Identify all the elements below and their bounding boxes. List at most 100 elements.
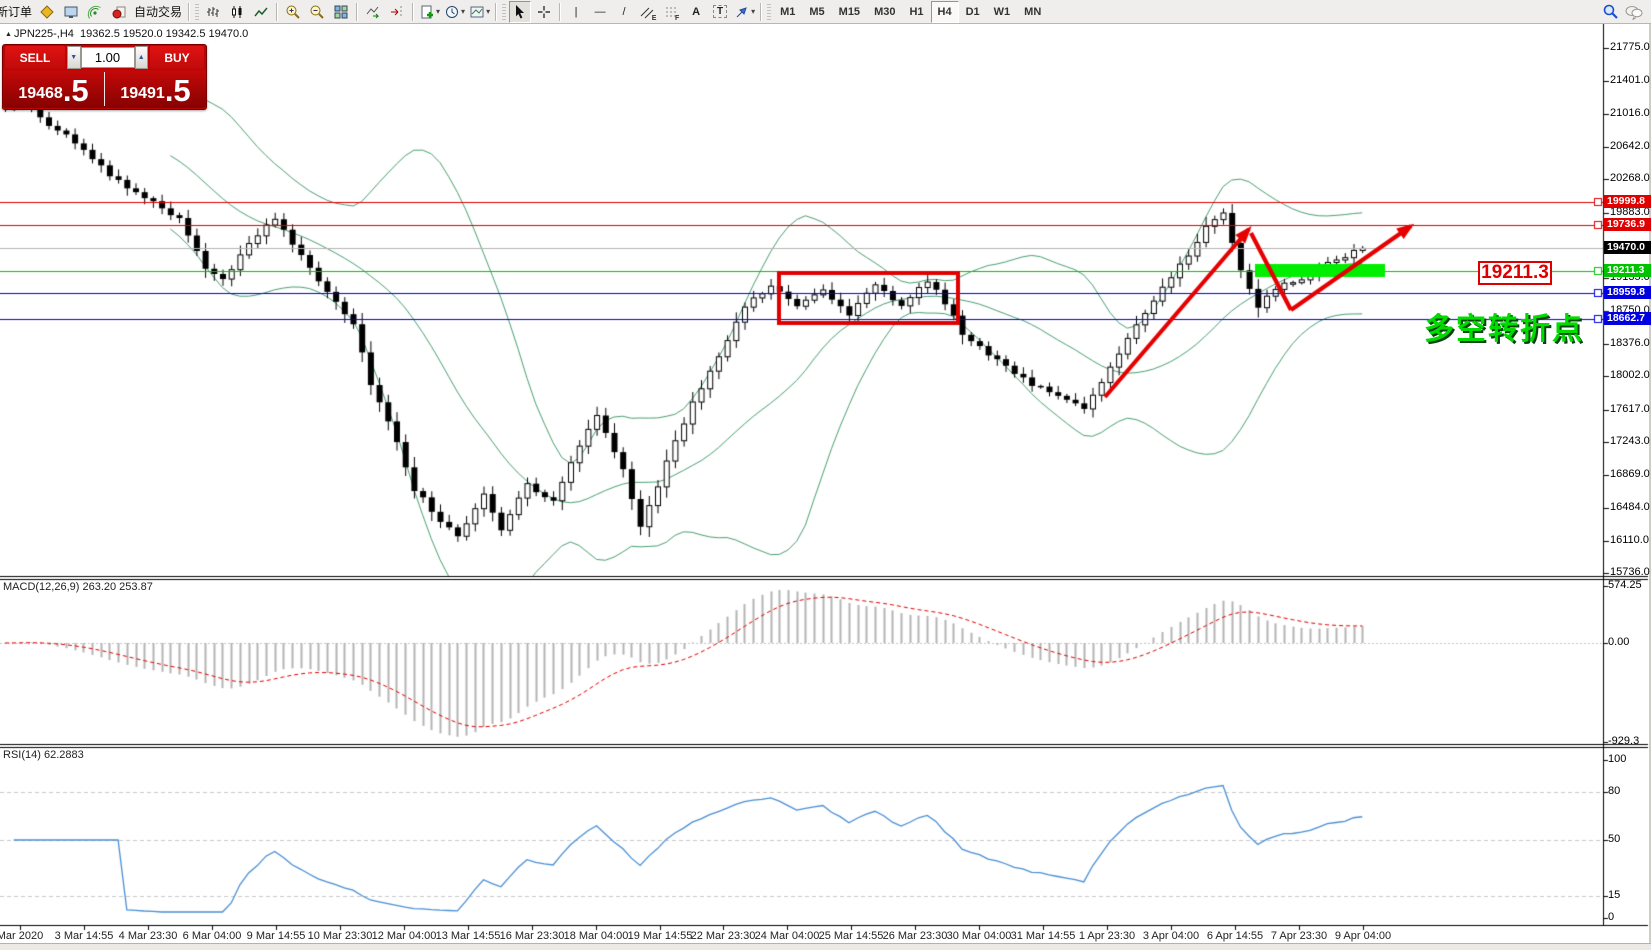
macd-indicator-label: MACD(12,26,9) 263.20 253.87 [3, 581, 153, 593]
text-tool[interactable]: A [685, 1, 707, 23]
timeframe-m15[interactable]: M15 [832, 1, 867, 23]
line-chart-icon[interactable] [250, 1, 272, 23]
timeframe-h1[interactable]: H1 [902, 1, 930, 23]
time-axis-label: 30 Mar 04:00 [946, 930, 1012, 942]
crosshair-tool-button[interactable] [533, 1, 555, 23]
buy-price-main: 19491 [120, 85, 165, 102]
rsi-axis-tick: 15 [1608, 889, 1621, 901]
turning-point-annotation[interactable]: 多空转折点 [1424, 304, 1584, 348]
price-axis-tick: 20268.0 [1610, 172, 1650, 184]
add-indicator-button[interactable]: ▾ [418, 1, 441, 23]
equidistant-channel-tool[interactable]: E [637, 1, 659, 23]
bar-chart-icon[interactable] [202, 1, 224, 23]
time-axis-label: 9 Apr 04:00 [1334, 930, 1392, 942]
text-label-tool[interactable]: T [709, 1, 731, 23]
grip-handle[interactable] [502, 3, 507, 20]
price-axis-tick: 20642.0 [1610, 140, 1650, 152]
volume-increase-button[interactable]: ▲ [134, 46, 148, 69]
time-axis-label: 19 Mar 14:55 [627, 930, 693, 942]
collapse-panel-icon[interactable]: ▲ [5, 31, 12, 38]
time-axis-label: 7 Apr 23:30 [1270, 930, 1328, 942]
terminal-icon[interactable] [60, 1, 82, 23]
autotrade-label[interactable]: 自动交易 [131, 3, 185, 20]
buy-button[interactable]: BUY [150, 46, 204, 69]
separator [760, 2, 763, 21]
time-axis-label: 10 Mar 23:30 [307, 930, 373, 942]
time-axis-label: 4 Mar 23:30 [118, 930, 178, 942]
trendline-tool[interactable]: / [613, 1, 635, 23]
gold-badge-icon[interactable] [36, 1, 58, 23]
chevron-down-icon: ▾ [436, 7, 441, 16]
volume-input[interactable] [80, 47, 135, 68]
fibo-sub: F [674, 14, 680, 22]
cursor-tool-button[interactable] [509, 0, 532, 23]
time-axis-label: 3 Mar 14:55 [54, 930, 114, 942]
chart-shift-icon[interactable] [386, 1, 408, 23]
price-axis-tick: 21016.0 [1610, 107, 1650, 119]
zoom-in-icon[interactable] [282, 1, 304, 23]
grip-handle[interactable] [195, 3, 200, 20]
macd-axis-tick: 0.00 [1608, 636, 1630, 648]
timeframe-w1[interactable]: W1 [987, 1, 1018, 23]
price-axis-tick: 16869.0 [1610, 468, 1650, 480]
timeframe-m5[interactable]: M5 [802, 1, 831, 23]
time-axis-label: 26 Mar 23:30 [882, 930, 948, 942]
time-axis-label: Mar 2020 [0, 930, 44, 942]
timeframe-mn[interactable]: MN [1017, 1, 1048, 23]
time-axis-label: 12 Mar 04:00 [371, 930, 437, 942]
price-axis-tick: 16484.0 [1610, 501, 1650, 513]
search-icon[interactable] [1599, 1, 1621, 23]
price-chart-canvas[interactable] [0, 0, 1651, 949]
separator [188, 2, 191, 21]
sell-button[interactable]: SELL [5, 46, 65, 69]
rsi-axis-tick: 50 [1608, 833, 1621, 845]
autotrade-button[interactable] [108, 1, 130, 23]
sell-price[interactable]: 19468 .5 [3, 70, 104, 108]
timeframe-m1[interactable]: M1 [773, 1, 802, 23]
arrows-tool-button[interactable]: ▾ [733, 1, 756, 23]
buy-price[interactable]: 19491 .5 [105, 70, 206, 108]
chevron-down-icon: ▾ [486, 7, 491, 16]
signal-icon[interactable] [84, 1, 106, 23]
rsi-axis-tick: 80 [1608, 785, 1621, 797]
timeframe-m30[interactable]: M30 [867, 1, 902, 23]
separator [356, 2, 359, 21]
price-axis-tick: 15736.0 [1610, 566, 1650, 578]
periods-clock-button[interactable]: ▾ [443, 1, 466, 23]
time-axis-label: 22 Mar 23:30 [690, 930, 756, 942]
price-axis-tick: 21775.0 [1610, 41, 1650, 53]
price-tag: 19999.8 [1604, 195, 1651, 208]
price-axis-tick: 18002.0 [1610, 369, 1650, 381]
horizontal-line-tool[interactable]: — [589, 1, 611, 23]
one-click-trading-panel: SELL ▼ ▲ BUY 19468 .5 19491 .5 [2, 44, 207, 110]
time-axis-label: 3 Apr 04:00 [1142, 930, 1200, 942]
price-tag: 19470.0 [1604, 241, 1651, 254]
time-axis-label: 6 Mar 04:00 [182, 930, 242, 942]
new-order-button[interactable]: 新订单 [0, 3, 35, 20]
template-button[interactable]: ▾ [468, 1, 491, 23]
zoom-out-icon[interactable] [306, 1, 328, 23]
label-glyph: T [713, 5, 728, 18]
time-axis-label: 24 Mar 04:00 [754, 930, 820, 942]
timeframe-group: M1 M5 M15 M30 H1 H4 D1 W1 MN [773, 0, 1048, 23]
separator [412, 2, 415, 21]
price-tag: 18662.7 [1604, 312, 1651, 325]
tile-windows-icon[interactable] [330, 1, 352, 23]
chat-icon[interactable] [1623, 1, 1645, 23]
separator [495, 2, 498, 21]
time-axis-label: 16 Mar 23:30 [499, 930, 565, 942]
timeframe-h4[interactable]: H4 [930, 0, 959, 23]
price-tag: 19736.9 [1604, 218, 1651, 231]
rsi-axis-tick: 100 [1608, 753, 1627, 765]
grip-handle[interactable] [767, 3, 772, 20]
volume-decrease-button[interactable]: ▼ [67, 46, 81, 69]
autoscroll-icon[interactable] [362, 1, 384, 23]
candlestick-chart-icon[interactable] [226, 1, 248, 23]
vertical-line-tool[interactable]: | [565, 1, 587, 23]
rsi-axis-tick: 0 [1608, 911, 1615, 923]
price-axis-tick: 16110.0 [1610, 534, 1649, 546]
fibonacci-tool[interactable]: F [661, 1, 683, 23]
price-level-label-box[interactable]: 19211.3 [1478, 261, 1552, 285]
chevron-down-icon: ▾ [751, 7, 756, 16]
timeframe-d1[interactable]: D1 [959, 1, 987, 23]
